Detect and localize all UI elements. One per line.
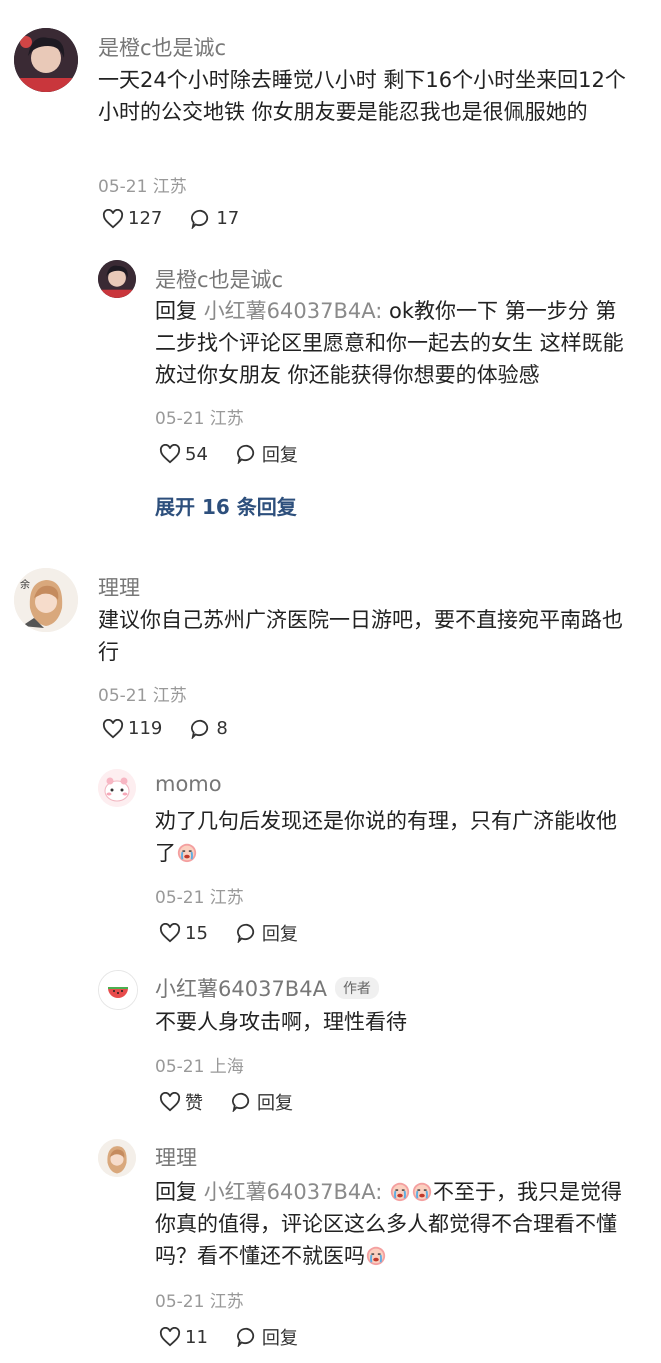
like-count: 11 bbox=[185, 1326, 208, 1348]
reply-author[interactable]: 是橙c也是诚c bbox=[155, 264, 283, 294]
speech-bubble-icon bbox=[191, 719, 209, 739]
comment-actions: 127 17 bbox=[102, 208, 267, 229]
like-button[interactable]: 赞 bbox=[159, 1089, 203, 1115]
speech-bubble-icon bbox=[236, 923, 255, 943]
avatar[interactable] bbox=[98, 1139, 136, 1177]
reply-body: 劝了几句后发现还是你说的有理，只有广济能收他了 bbox=[155, 809, 617, 865]
like-button[interactable]: 119 bbox=[102, 718, 162, 739]
reply-author[interactable]: 理理 bbox=[155, 1142, 197, 1172]
speech-bubble-icon bbox=[236, 1327, 255, 1347]
heart-outline-icon bbox=[159, 923, 181, 943]
speech-bubble-icon bbox=[232, 1092, 250, 1112]
reply-author[interactable]: 小红薯64037B4A 作者 bbox=[155, 973, 379, 1003]
reply-label: 回复 bbox=[261, 1328, 298, 1349]
reply-button[interactable]: 回复 bbox=[231, 1089, 293, 1115]
avatar[interactable] bbox=[98, 260, 136, 298]
reply-count-button[interactable]: 8 bbox=[190, 718, 228, 739]
reply-meta: 05-21 上海 bbox=[155, 1057, 244, 1077]
reply-label: 回复 bbox=[261, 924, 298, 945]
author-badge: 作者 bbox=[334, 977, 379, 999]
reply-label: 回复 bbox=[257, 1093, 293, 1114]
like-label: 赞 bbox=[185, 1093, 203, 1114]
heart-outline-icon bbox=[159, 1327, 181, 1347]
reply-meta: 05-21 江苏 bbox=[155, 888, 244, 908]
reply-button[interactable]: 回复 bbox=[236, 920, 298, 946]
reply-count: 8 bbox=[216, 718, 228, 739]
comment-meta: 05-21 江苏 bbox=[98, 686, 187, 706]
comment-actions: 119 8 bbox=[102, 718, 256, 739]
heart-outline-icon bbox=[159, 444, 181, 464]
reply-target-user[interactable]: 小红薯64037B4A: bbox=[204, 1180, 383, 1204]
svg-text:余: 余 bbox=[20, 578, 30, 591]
reply-actions: 54 回复 bbox=[159, 441, 326, 467]
reply-text: 回复 小红薯64037B4A: 不至于，我只是觉得你真的值得，评论区这么多人都觉… bbox=[155, 1176, 635, 1272]
crying-face-emoji bbox=[177, 843, 197, 863]
comment-meta: 05-21 江苏 bbox=[98, 177, 187, 197]
comment-text: 建议你自己苏州广济医院一日游吧，要不直接宛平南路也行 bbox=[98, 608, 623, 664]
comment-author[interactable]: 是橙c也是诚c bbox=[98, 32, 226, 62]
avatar[interactable] bbox=[14, 28, 78, 92]
reply-author[interactable]: momo bbox=[155, 772, 222, 796]
like-button[interactable]: 127 bbox=[102, 208, 162, 229]
speech-bubble-icon bbox=[191, 209, 209, 229]
avatar[interactable] bbox=[98, 769, 136, 807]
crying-face-emoji bbox=[390, 1182, 410, 1202]
speech-bubble-icon bbox=[236, 444, 255, 464]
expand-replies-link[interactable]: 展开 16 条回复 bbox=[155, 491, 297, 520]
reply-count-button[interactable]: 17 bbox=[190, 208, 239, 229]
reply-text: 劝了几句后发现还是你说的有理，只有广济能收他了 bbox=[155, 805, 635, 869]
reply-actions: 赞 回复 bbox=[159, 1089, 321, 1115]
avatar[interactable] bbox=[98, 970, 138, 1010]
crying-face-emoji bbox=[412, 1182, 432, 1202]
reply-prefix: 回复 bbox=[155, 1180, 204, 1204]
reply-button[interactable]: 回复 bbox=[236, 441, 298, 467]
reply-target-user[interactable]: 小红薯64037B4A: bbox=[204, 299, 383, 323]
comment-author[interactable]: 理理 bbox=[98, 572, 140, 602]
heart-outline-icon bbox=[102, 718, 124, 738]
like-count: 119 bbox=[128, 718, 163, 739]
like-button[interactable]: 15 bbox=[159, 923, 208, 944]
reply-label: 回复 bbox=[261, 445, 298, 466]
like-button[interactable]: 11 bbox=[159, 1327, 208, 1348]
avatar[interactable]: 余 bbox=[14, 568, 78, 632]
heart-outline-icon bbox=[102, 208, 124, 228]
reply-author-name[interactable]: 小红薯64037B4A bbox=[155, 977, 327, 1001]
reply-count: 17 bbox=[216, 208, 240, 229]
reply-meta: 05-21 江苏 bbox=[155, 409, 244, 429]
like-button[interactable]: 54 bbox=[159, 444, 208, 465]
reply-prefix: 回复 bbox=[155, 299, 204, 323]
crying-face-emoji bbox=[366, 1246, 386, 1266]
like-count: 54 bbox=[185, 443, 208, 465]
reply-meta: 05-21 江苏 bbox=[155, 1292, 244, 1312]
reply-text: 回复 小红薯64037B4A: ok教你一下 第一步分 第二步找个评论区里愿意和… bbox=[155, 295, 637, 391]
reply-actions: 11 回复 bbox=[159, 1324, 326, 1350]
reply-text: 不要人身攻击啊，理性看待 bbox=[155, 1010, 407, 1034]
like-count: 127 bbox=[128, 208, 163, 229]
reply-actions: 15 回复 bbox=[159, 920, 326, 946]
comment-text: 一天24个小时除去睡觉八小时 剩下16个小时坐来回12个小时的公交地铁 你女朋友… bbox=[98, 68, 626, 124]
reply-button[interactable]: 回复 bbox=[236, 1324, 298, 1350]
heart-outline-icon bbox=[159, 1092, 181, 1112]
like-count: 15 bbox=[185, 922, 208, 944]
